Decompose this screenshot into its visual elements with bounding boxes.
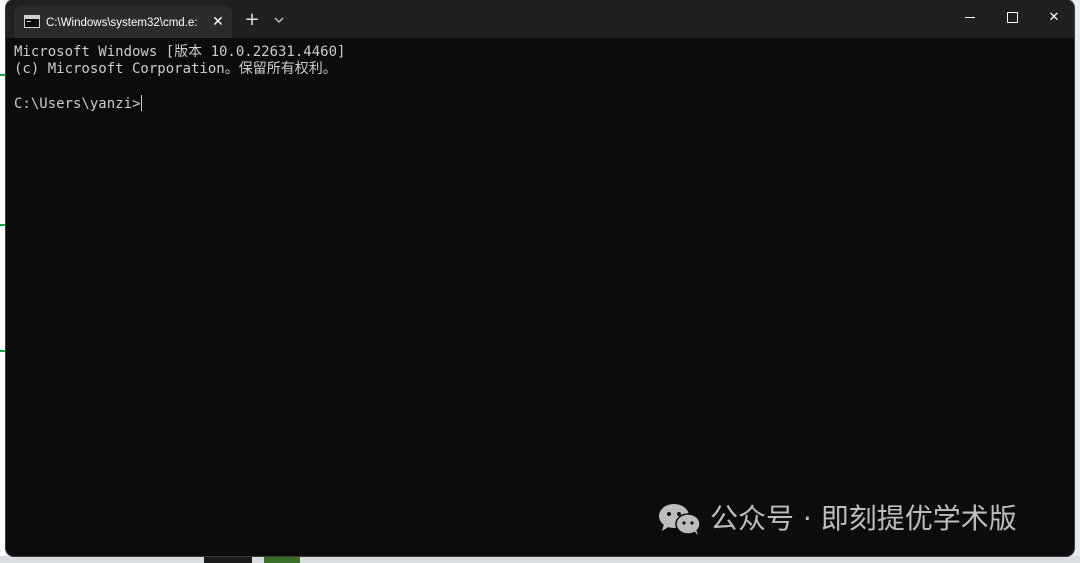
cmd-icon — [24, 15, 40, 28]
title-bar[interactable]: C:\Windows\system32\cmd.e: ✕ + ✕ — [6, 0, 1074, 38]
text-cursor — [141, 95, 143, 111]
tab-title: C:\Windows\system32\cmd.e: — [46, 17, 198, 29]
console-output[interactable]: Microsoft Windows [版本 10.0.22631.4460] (… — [6, 38, 1074, 556]
chevron-down-icon[interactable] — [270, 10, 288, 30]
maximize-icon — [1006, 12, 1018, 23]
new-tab-button[interactable]: + — [242, 10, 262, 30]
minimize-icon — [965, 17, 975, 18]
console-line: (c) Microsoft Corporation。保留所有权利。 — [14, 61, 337, 77]
tab-cmd[interactable]: C:\Windows\system32\cmd.e: ✕ — [14, 6, 232, 38]
watermark-text: 公众号 · 即刻提优学术版 — [710, 502, 1017, 535]
background-thumbnail — [204, 556, 252, 563]
minimize-button[interactable] — [950, 4, 990, 32]
watermark: 公众号 · 即刻提优学术版 — [658, 500, 1017, 538]
background-bottom-area — [0, 556, 1080, 563]
close-icon[interactable]: ✕ — [208, 12, 228, 32]
close-icon: ✕ — [1048, 10, 1060, 25]
console-prompt-line[interactable]: C:\Users\yanzi> — [14, 95, 143, 112]
close-window-button[interactable]: ✕ — [1034, 4, 1074, 32]
wechat-icon — [659, 504, 701, 535]
console-line: Microsoft Windows [版本 10.0.22631.4460] — [14, 44, 346, 60]
background-thumbnail — [264, 556, 300, 563]
terminal-window: C:\Windows\system32\cmd.e: ✕ + ✕ Microso… — [6, 0, 1074, 556]
maximize-button[interactable] — [992, 4, 1032, 32]
prompt-text: C:\Users\yanzi> — [14, 96, 141, 112]
